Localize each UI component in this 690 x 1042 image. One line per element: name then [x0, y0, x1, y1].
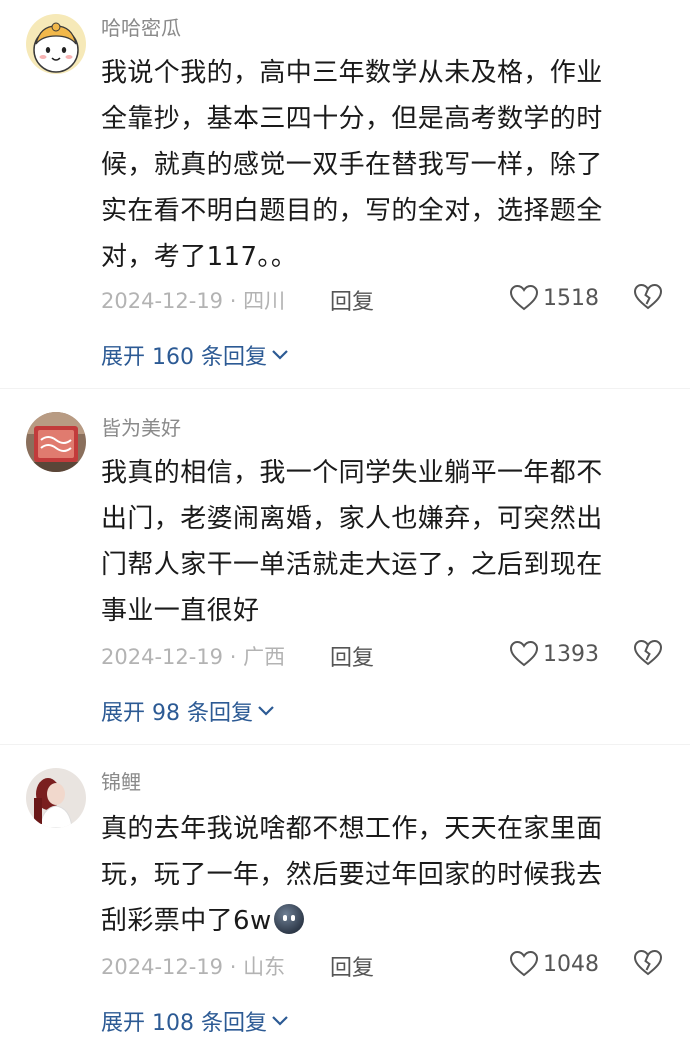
comment-username[interactable]: 锦鲤 — [101, 768, 141, 796]
comment-line: 我说个我的，高中三年数学从未及格，作业 — [101, 58, 603, 88]
comment-line: 真的去年我说啥都不想工作，天天在家里面 — [101, 814, 603, 844]
like-button[interactable]: 1393 — [509, 637, 599, 671]
broken-heart-icon[interactable] — [633, 639, 663, 667]
comment-line: 候，就真的感觉一双手在替我写一样，除了 — [101, 150, 603, 180]
comment-line: 实在看不明白题目的，写的全对，选择题全 — [101, 196, 603, 226]
heart-outline-icon — [509, 950, 539, 978]
like-button[interactable]: 1518 — [509, 281, 599, 315]
comment-line: 出门，老婆闹离婚，家人也嫌弃，可突然出 — [101, 504, 603, 534]
reply-button[interactable]: 回复 — [330, 284, 374, 316]
comment-line: 门帮人家干一单活就走大运了，之后到现在 — [101, 550, 603, 580]
red-sign-photo-avatar-icon[interactable] — [26, 412, 86, 472]
comment-line: 我真的相信，我一个同学失业躺平一年都不 — [101, 458, 603, 488]
comment-meta-row: 2024-12-19 · 广西 回复 1393 — [101, 637, 666, 671]
reply-button[interactable]: 回复 — [330, 640, 374, 672]
expand-replies-link[interactable]: 展开 98 条回复 — [101, 695, 275, 727]
comment-divider — [0, 388, 690, 389]
heart-outline-icon — [509, 640, 539, 668]
expand-replies-label: 展开 160 条回复 — [101, 345, 267, 370]
comment-date-location: 2024-12-19 · 四川 — [101, 289, 286, 313]
comment-line: 玩，玩了一年，然后要过年回家的时候我去 — [101, 860, 603, 890]
expand-replies-link[interactable]: 展开 108 条回复 — [101, 1005, 289, 1037]
comment-body: 真的去年我说啥都不想工作，天天在家里面 玩，玩了一年，然后要过年回家的时候我去 … — [101, 806, 661, 944]
like-count: 1518 — [543, 285, 599, 311]
comment-date-location: 2024-12-19 · 山东 — [101, 955, 286, 979]
comment-body: 我真的相信，我一个同学失业躺平一年都不 出门，老婆闹离婚，家人也嫌弃，可突然出 … — [101, 450, 661, 634]
like-count: 1393 — [543, 641, 599, 667]
expand-replies-label: 展开 108 条回复 — [101, 1011, 267, 1036]
chevron-down-icon — [267, 349, 289, 361]
person-photo-avatar-icon[interactable] — [26, 768, 86, 828]
expand-replies-label: 展开 98 条回复 — [101, 701, 253, 726]
comment-line-with-emoji: 刮彩票中了6w — [101, 898, 661, 944]
expand-replies-link[interactable]: 展开 160 条回复 — [101, 339, 289, 371]
heart-outline-icon — [509, 284, 539, 312]
comment-username[interactable]: 哈哈密瓜 — [101, 14, 181, 42]
comment-line: 刮彩票中了6w — [101, 906, 272, 936]
broken-heart-icon[interactable] — [633, 949, 663, 977]
comment-divider — [0, 744, 690, 745]
comment-meta-row: 2024-12-19 · 山东 回复 1048 — [101, 947, 666, 981]
comment-body: 我说个我的，高中三年数学从未及格，作业 全靠抄，基本三四十分，但是高考数学的时 … — [101, 50, 661, 280]
dark-face-emoji-icon — [273, 904, 304, 934]
chevron-down-icon — [267, 1015, 289, 1027]
cartoon-sheep-avatar-icon[interactable] — [26, 14, 86, 74]
comment-line: 全靠抄，基本三四十分，但是高考数学的时 — [101, 104, 603, 134]
like-count: 1048 — [543, 951, 599, 977]
comment-username[interactable]: 皆为美好 — [101, 414, 181, 442]
comment-line: 对，考了117。。 — [101, 242, 298, 272]
comment-meta-row: 2024-12-19 · 四川 回复 1518 — [101, 281, 666, 315]
comment-line: 事业一直很好 — [101, 596, 260, 626]
broken-heart-icon[interactable] — [633, 283, 663, 311]
chevron-down-icon — [253, 705, 275, 717]
like-button[interactable]: 1048 — [509, 947, 599, 981]
reply-button[interactable]: 回复 — [330, 950, 374, 982]
comment-date-location: 2024-12-19 · 广西 — [101, 645, 286, 669]
